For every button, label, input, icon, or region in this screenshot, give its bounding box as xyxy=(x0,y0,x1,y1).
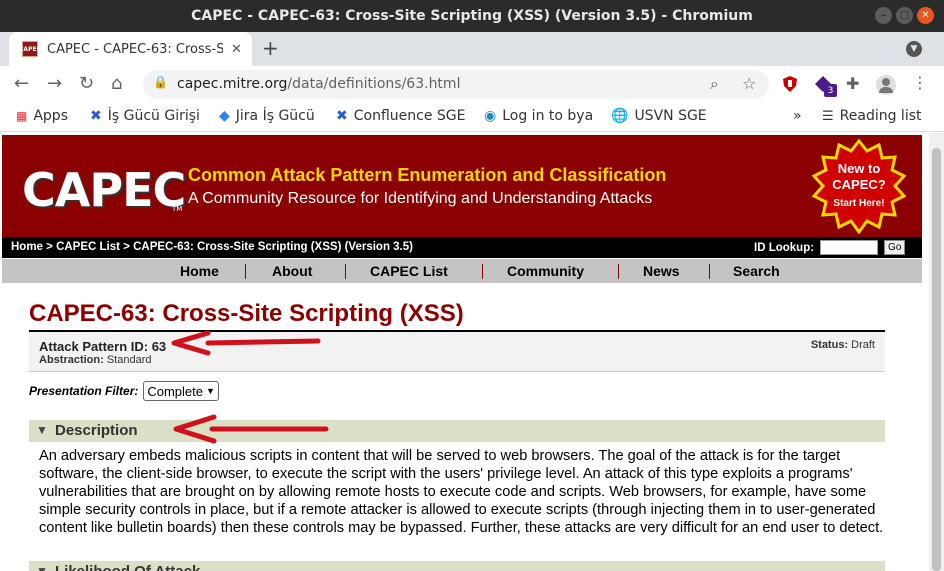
main-menu: Home About CAPEC List Community News Sea… xyxy=(2,259,922,283)
description-section-header[interactable]: ▼ Description xyxy=(29,420,885,442)
annotation-arrow-icon xyxy=(171,330,321,356)
collapse-triangle-icon[interactable]: ▼ xyxy=(36,423,48,437)
tab-close-icon[interactable]: ✕ xyxy=(231,42,242,57)
home-icon[interactable]: ⌂ xyxy=(111,73,122,94)
address-bar[interactable]: 🔒 capec.mitre.org/data/definitions/63.ht… xyxy=(143,70,769,99)
description-text: An adversary embeds malicious scripts in… xyxy=(39,448,884,536)
bya-icon: ◉ xyxy=(484,108,497,124)
bookmark-confluence-sge[interactable]: ✖ Confluence SGE xyxy=(336,108,465,124)
menu-divider xyxy=(245,264,246,279)
badge-line1: New to xyxy=(837,161,881,176)
capec-favicon-icon: CAPEC xyxy=(19,41,41,57)
menu-divider xyxy=(345,264,346,279)
bookmark-usvn-sge[interactable]: 🌐 USVN SGE xyxy=(611,108,707,124)
close-window-button[interactable]: ✕ xyxy=(917,7,934,24)
browser-tab[interactable]: CAPEC CAPEC - CAPEC-63: Cross-S ✕ xyxy=(9,32,252,66)
window-controls: – □ ✕ xyxy=(875,7,934,24)
id-lookup-input[interactable] xyxy=(820,240,879,255)
annotation-arrow-icon xyxy=(173,414,329,444)
badge-line3: Start Here! xyxy=(833,198,885,209)
capec-logo[interactable]: CAPEC xyxy=(22,163,186,217)
confluence-icon: ✖ xyxy=(336,108,348,124)
extension-badge-count: 3 xyxy=(824,84,837,97)
ublock-extension-icon[interactable] xyxy=(781,75,799,93)
browser-toolbar: ← → ↻ ⌂ 🔒 capec.mitre.org/data/definitio… xyxy=(0,66,944,102)
forward-arrow-icon[interactable]: → xyxy=(47,73,62,94)
menu-divider xyxy=(482,264,483,279)
window-title: CAPEC - CAPEC-63: Cross-Site Scripting (… xyxy=(191,8,753,24)
confluence-icon: ✖ xyxy=(90,108,102,124)
back-arrow-icon[interactable]: ← xyxy=(14,73,29,94)
tab-title: CAPEC - CAPEC-63: Cross-S xyxy=(47,41,223,57)
trademark-mark: TM xyxy=(172,205,183,213)
reload-icon[interactable]: ↻ xyxy=(79,73,94,94)
lock-icon[interactable]: 🔒 xyxy=(153,75,168,89)
kebab-menu-icon[interactable]: ⋮ xyxy=(912,73,928,92)
presentation-filter-label: Presentation Filter: xyxy=(29,384,139,398)
presentation-filter-select[interactable]: Complete ▼ xyxy=(143,381,219,401)
bookmark-log-in-to-bya[interactable]: ◉ Log in to bya xyxy=(484,108,593,124)
star-bookmark-icon[interactable]: ☆ xyxy=(742,74,756,93)
menu-divider xyxy=(618,264,619,279)
profile-avatar-icon[interactable] xyxy=(876,75,896,95)
breadcrumb-home[interactable]: Home xyxy=(11,241,43,253)
jira-icon: ◆ xyxy=(219,108,230,124)
page-scrollbar[interactable] xyxy=(929,133,944,571)
window-titlebar: CAPEC - CAPEC-63: Cross-Site Scripting (… xyxy=(0,0,944,32)
status: Status: Draft xyxy=(810,339,875,351)
extensions-puzzle-icon[interactable]: ✚ xyxy=(846,74,859,93)
url-text[interactable]: capec.mitre.org/data/definitions/63.html xyxy=(177,76,460,92)
menu-news[interactable]: News xyxy=(643,263,680,279)
breadcrumb-current: CAPEC-63: Cross-Site Scripting (XSS) (Ve… xyxy=(133,241,413,253)
id-lookup-go-button[interactable]: Go xyxy=(884,240,906,255)
bookmark-jira-is-gucu[interactable]: ◆ Jira İş Gücü xyxy=(219,108,315,124)
minimize-button[interactable]: – xyxy=(875,7,892,24)
new-to-capec-badge[interactable]: New to CAPEC? Start Here! xyxy=(809,138,909,235)
menu-home[interactable]: Home xyxy=(180,263,219,279)
web-page: CAPEC TM Common Attack Pattern Enumerati… xyxy=(0,133,929,571)
page-title: CAPEC-63: Cross-Site Scripting (XSS) xyxy=(29,300,464,327)
scrollbar-thumb[interactable] xyxy=(932,148,941,571)
breadcrumb: Home > CAPEC List > CAPEC-63: Cross-Site… xyxy=(2,238,922,258)
bookmarks-bar: ▦ Apps ✖ İş Gücü Girişi ◆ Jira İş Gücü ✖… xyxy=(0,102,944,132)
menu-divider xyxy=(709,264,710,279)
globe-icon: 🌐 xyxy=(611,108,629,124)
bookmarks-overflow-icon[interactable]: » xyxy=(793,108,802,124)
tab-search-chevron-icon[interactable]: ▼ xyxy=(906,41,922,57)
maximize-button[interactable]: □ xyxy=(896,7,913,24)
collapse-triangle-icon[interactable]: ▼ xyxy=(36,564,48,571)
reading-list-button[interactable]: ☰ Reading list xyxy=(822,108,922,124)
bookmark-apps[interactable]: ▦ Apps xyxy=(16,108,68,124)
id-lookup-label: ID Lookup: xyxy=(754,241,815,254)
presentation-filter: Presentation Filter: Complete ▼ xyxy=(29,381,219,401)
attack-pattern-id: Attack Pattern ID: 63 xyxy=(39,339,167,354)
banner-subtitle: A Community Resource for Identifying and… xyxy=(188,190,653,207)
bookmark-is-gucu-girisi[interactable]: ✖ İş Gücü Girişi xyxy=(90,108,200,124)
badge-line2: CAPEC? xyxy=(832,177,886,192)
menu-search[interactable]: Search xyxy=(733,263,780,279)
id-lookup: ID Lookup: Go xyxy=(754,240,906,255)
new-tab-icon[interactable]: + xyxy=(262,36,279,60)
tab-strip: CAPEC CAPEC - CAPEC-63: Cross-S ✕ + ▼ xyxy=(0,32,944,66)
chevron-down-icon: ▼ xyxy=(206,386,215,396)
attack-pattern-info: Attack Pattern ID: 63 Abstraction: Stand… xyxy=(29,330,885,372)
banner-title: Common Attack Pattern Enumeration and Cl… xyxy=(188,165,667,185)
menu-capec-list[interactable]: CAPEC List xyxy=(370,263,448,279)
breadcrumb-capec-list[interactable]: CAPEC List xyxy=(56,241,120,253)
menu-community[interactable]: Community xyxy=(507,263,584,279)
menu-about[interactable]: About xyxy=(272,263,312,279)
apps-grid-icon: ▦ xyxy=(16,109,28,123)
likelihood-title: Likelihood Of Attack xyxy=(55,563,200,571)
description-title: Description xyxy=(55,422,138,439)
capec-banner: CAPEC TM Common Attack Pattern Enumerati… xyxy=(2,135,922,238)
likelihood-section-header[interactable]: ▼ Likelihood Of Attack xyxy=(29,561,885,571)
abstraction: Abstraction: Standard xyxy=(39,354,152,366)
zoom-icon[interactable]: ⌕ xyxy=(710,74,719,94)
reading-list-icon: ☰ xyxy=(822,108,834,124)
